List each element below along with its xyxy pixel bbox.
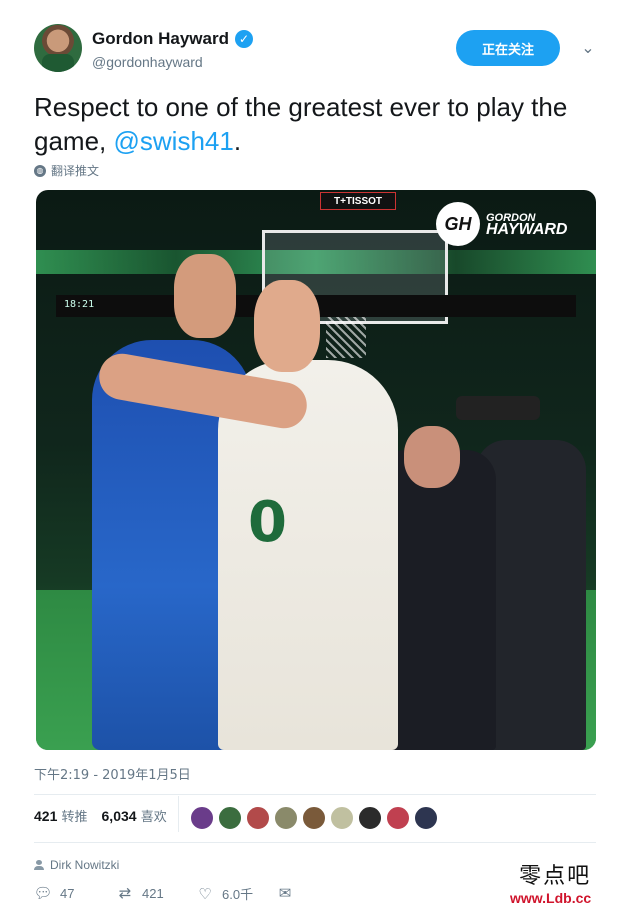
mention-link[interactable]: @swish41 — [114, 126, 234, 156]
tweet-text: Respect to one of the greatest ever to p… — [34, 90, 594, 158]
heart-icon: ♡ — [198, 885, 212, 903]
tweet-header: Gordon Hayward ✓ @gordonhayward 正在关注 ⌄ — [34, 24, 604, 76]
likes-label: 喜欢 — [140, 810, 167, 825]
retweet-count: 421 — [142, 885, 164, 901]
player-white-head — [254, 280, 320, 372]
author-avatar[interactable] — [34, 24, 82, 72]
verified-badge-icon: ✓ — [234, 30, 253, 48]
player-blue-head — [174, 254, 236, 338]
translate-label[interactable]: 翻译推文 — [51, 162, 99, 179]
liker-avatar[interactable] — [302, 806, 326, 830]
liker-avatar[interactable] — [190, 806, 214, 830]
mentioned-user-name[interactable]: Dirk Nowitzki — [50, 858, 119, 872]
retweets-count: 421 — [34, 808, 58, 824]
liker-avatar[interactable] — [330, 806, 354, 830]
message-action[interactable]: ✉ — [276, 884, 294, 902]
camera-icon — [456, 396, 540, 420]
following-button[interactable]: 正在关注 — [456, 30, 560, 66]
author-display-name[interactable]: Gordon Hayward — [92, 29, 229, 49]
mentioned-user-context[interactable]: Dirk Nowitzki — [34, 858, 119, 872]
like-count: 6.0千 — [222, 887, 254, 902]
watermark-line1: 零点吧 — [519, 864, 592, 889]
reply-action[interactable]: 💬︎ 47 — [33, 884, 75, 902]
retweets-label: 转推 — [61, 810, 88, 825]
liker-avatar[interactable] — [218, 806, 242, 830]
likes-stat[interactable]: 6,034 喜欢 — [102, 806, 167, 825]
site-watermark: 零点吧 www.Ldb.cc — [510, 858, 591, 906]
translate-tweet-link[interactable]: ◍ 翻译推文 — [34, 162, 99, 179]
gh-logo-badge: GH — [436, 202, 480, 246]
person-icon — [34, 860, 44, 870]
envelope-icon: ✉ — [278, 885, 292, 902]
reply-icon: 💬︎ — [33, 885, 53, 902]
globe-icon: ◍ — [34, 164, 46, 177]
stats-separator — [178, 796, 179, 832]
retweet-action[interactable]: ⇄ 421 — [116, 884, 164, 902]
liker-avatar[interactable] — [274, 806, 298, 830]
liker-avatar[interactable] — [386, 806, 410, 830]
liker-avatar[interactable] — [246, 806, 270, 830]
liker-avatar[interactable] — [358, 806, 382, 830]
likers-avatars — [190, 806, 438, 830]
liker-avatar[interactable] — [414, 806, 438, 830]
divider-top — [34, 794, 596, 795]
retweets-stat[interactable]: 421 转推 — [34, 806, 88, 825]
gh-logo-line2: HAYWARD — [486, 221, 568, 238]
retweet-icon: ⇄ — [118, 885, 132, 902]
like-action[interactable]: ♡ 6.0千 — [196, 884, 253, 903]
reply-count: 47 — [60, 885, 75, 901]
jersey-number: 0 — [248, 490, 287, 555]
tweet-timestamp[interactable]: 下午2:19 - 2019年1月5日 — [34, 764, 191, 783]
author-handle[interactable]: @gordonhayward — [92, 54, 203, 70]
gh-logo: GH GORDON HAYWARD — [436, 202, 586, 246]
tweet-stats: 421 转推 6,034 喜欢 — [34, 806, 167, 825]
divider-bottom — [34, 842, 596, 843]
arena-sign: T+TISSOT — [320, 192, 396, 210]
watermark-line2: www.Ldb.cc — [510, 890, 592, 906]
chevron-down-icon[interactable]: ⌄ — [578, 38, 598, 58]
author-name-row[interactable]: Gordon Hayward ✓ — [92, 29, 253, 49]
tweet-trailing: . — [233, 126, 242, 156]
likes-count: 6,034 — [101, 808, 137, 824]
basket-rim — [326, 310, 366, 358]
tweet-photo[interactable]: T+TISSOT 18:21 GH GORDON HAYWARD 0 — [36, 190, 596, 750]
official-head — [404, 426, 460, 488]
